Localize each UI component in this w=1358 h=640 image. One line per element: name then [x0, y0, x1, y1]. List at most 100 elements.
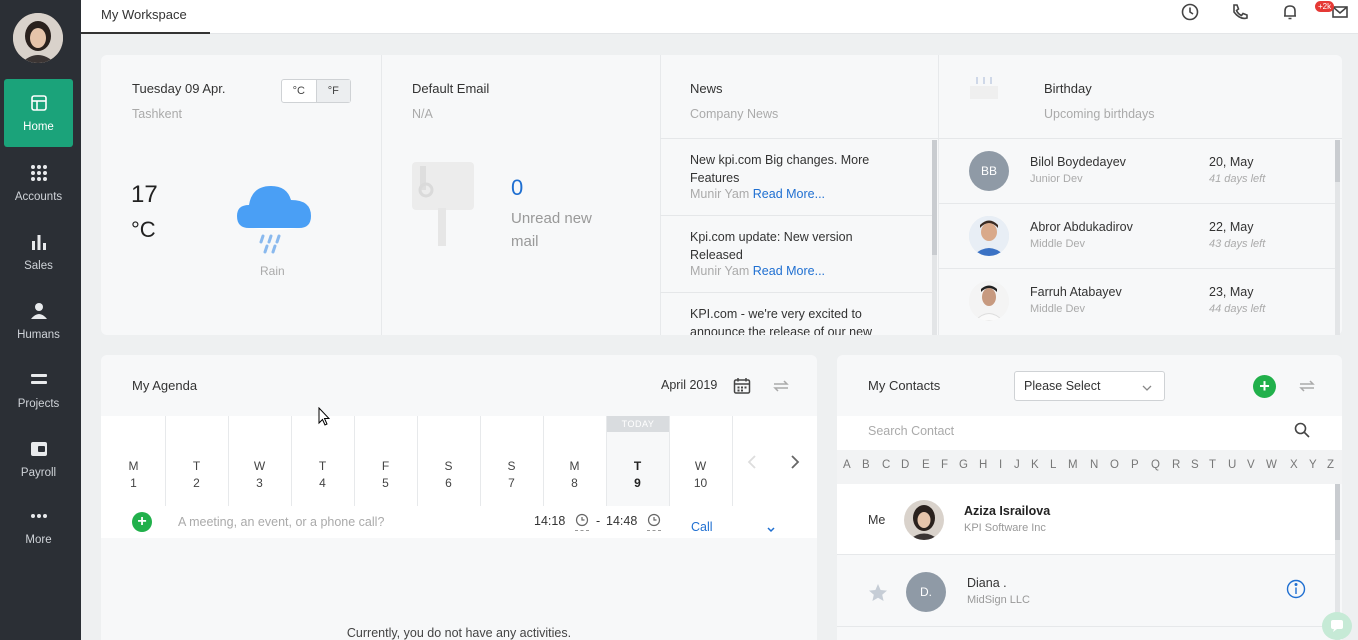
day-number: 3: [256, 476, 263, 490]
temperature-unit-toggle[interactable]: °C °F: [281, 79, 351, 103]
letter-filter[interactable]: N: [1090, 459, 1098, 471]
news-item-title[interactable]: New kpi.com Big changes. More Features: [690, 151, 905, 187]
sidebar: Home Accounts Sales Humans Projects Payr…: [0, 0, 81, 640]
nav-sales-label: Sales: [24, 260, 53, 272]
letter-filter[interactable]: U: [1228, 459, 1236, 471]
time-from[interactable]: 14:18: [534, 514, 565, 528]
day-cell[interactable]: W 10: [669, 458, 732, 492]
day-letter: T: [633, 459, 642, 473]
nav-payroll[interactable]: Payroll: [4, 425, 73, 493]
news-item-author: Munir Yam: [690, 187, 750, 201]
add-contact-button[interactable]: +: [1253, 375, 1276, 398]
search-icon[interactable]: [1294, 422, 1310, 438]
day-cell[interactable]: T4: [291, 458, 354, 492]
day-number: 1: [130, 476, 137, 490]
day-cell[interactable]: M1: [102, 458, 165, 492]
refresh-icon[interactable]: [772, 377, 790, 395]
day-cell[interactable]: F5: [354, 458, 417, 492]
nav-home[interactable]: Home: [4, 79, 73, 147]
birthday-scrollbar[interactable]: [1335, 140, 1340, 335]
letter-filter[interactable]: Q: [1151, 459, 1160, 471]
nav-projects[interactable]: Projects: [4, 356, 73, 424]
day-cell[interactable]: S6: [417, 458, 480, 492]
chevron-right-icon[interactable]: [788, 454, 802, 470]
news-scrollbar[interactable]: [932, 140, 937, 335]
chat-icon[interactable]: [1322, 612, 1352, 640]
letter-filter[interactable]: Z: [1327, 459, 1334, 471]
time-from-underline: [575, 530, 589, 531]
read-more-link[interactable]: Read More...: [753, 264, 825, 278]
letter-filter[interactable]: Y: [1309, 459, 1317, 471]
chevron-left-icon[interactable]: [745, 454, 759, 470]
letter-filter[interactable]: J: [1014, 459, 1020, 471]
birthday-row[interactable]: Farruh Atabayev Middle Dev 23, May 44 da…: [939, 269, 1335, 334]
nav-more[interactable]: More: [4, 492, 73, 560]
nav-sales[interactable]: Sales: [4, 218, 73, 286]
day-letter: T: [192, 459, 201, 473]
activity-input[interactable]: A meeting, an event, or a phone call?: [178, 515, 384, 529]
letter-filter[interactable]: P: [1131, 459, 1139, 471]
read-more-link[interactable]: Read More...: [753, 187, 825, 201]
day-cell[interactable]: M8: [543, 458, 606, 492]
letter-filter[interactable]: L: [1050, 459, 1056, 471]
letter-filter[interactable]: B: [862, 459, 870, 471]
bar-chart-icon: [29, 232, 49, 252]
time-to[interactable]: 14:48: [606, 514, 637, 528]
letter-filter[interactable]: D: [901, 459, 909, 471]
unit-celsius-button[interactable]: °C: [282, 80, 316, 102]
day-letter: W: [694, 459, 707, 473]
letter-filter[interactable]: R: [1172, 459, 1180, 471]
letter-filter[interactable]: C: [882, 459, 890, 471]
letter-filter[interactable]: T: [1209, 459, 1216, 471]
day-cell[interactable]: W3: [228, 458, 291, 492]
letter-filter[interactable]: K: [1031, 459, 1039, 471]
calendar-icon[interactable]: [733, 377, 751, 395]
bell-icon[interactable]: [1281, 3, 1301, 23]
letter-filter[interactable]: G: [959, 459, 968, 471]
letter-filter[interactable]: F: [941, 459, 948, 471]
letter-filter[interactable]: H: [979, 459, 987, 471]
letter-filter[interactable]: S: [1191, 459, 1199, 471]
contact-search-input[interactable]: Search Contact: [868, 424, 954, 438]
chevron-down-icon[interactable]: [1141, 381, 1153, 391]
weather-temperature: 17: [131, 181, 158, 208]
weather-city: Tashkent: [132, 107, 183, 121]
activity-type-select[interactable]: Call: [691, 520, 713, 534]
add-activity-button[interactable]: +: [132, 512, 152, 532]
letter-filter[interactable]: A: [843, 459, 851, 471]
clock-icon[interactable]: [1181, 3, 1201, 23]
letter-filter[interactable]: W: [1266, 459, 1277, 471]
home-icon: [29, 93, 49, 113]
phone-icon[interactable]: [1231, 3, 1251, 23]
unread-mail-count[interactable]: 0: [511, 175, 523, 201]
info-icon[interactable]: [1286, 579, 1306, 599]
letter-filter[interactable]: E: [922, 459, 930, 471]
grid-icon: [29, 163, 49, 183]
nav-accounts[interactable]: Accounts: [4, 149, 73, 217]
avatar: [969, 281, 1009, 321]
user-avatar[interactable]: [13, 13, 63, 63]
day-cell-today[interactable]: T9: [606, 458, 669, 492]
clock-icon[interactable]: [647, 513, 661, 527]
letter-filter[interactable]: I: [999, 459, 1002, 471]
letter-filter[interactable]: M: [1068, 459, 1078, 471]
contact-group-value: Please Select: [1024, 379, 1101, 393]
star-icon[interactable]: [867, 582, 889, 604]
nav-humans[interactable]: Humans: [4, 287, 73, 355]
chevron-down-icon[interactable]: [766, 522, 776, 533]
clock-icon[interactable]: [575, 513, 589, 527]
unit-fahrenheit-button[interactable]: °F: [315, 80, 350, 102]
letter-filter[interactable]: X: [1290, 459, 1298, 471]
day-number: 2: [193, 476, 200, 490]
birthday-row[interactable]: BB Bilol Boydedayev Junior Dev 20, May 4…: [939, 139, 1335, 204]
news-item-title[interactable]: Kpi.com update: New version Released: [690, 228, 905, 264]
birthday-name: Bilol Boydedayev: [1030, 155, 1126, 169]
day-cell[interactable]: T2: [165, 458, 228, 492]
news-item-title[interactable]: KPI.com - we're very excited to announce…: [690, 305, 905, 335]
birthday-row[interactable]: Abror Abdukadirov Middle Dev 22, May 43 …: [939, 204, 1335, 269]
day-cell[interactable]: S7: [480, 458, 543, 492]
refresh-icon[interactable]: [1298, 377, 1316, 395]
letter-filter[interactable]: O: [1110, 459, 1119, 471]
tab-my-workspace[interactable]: My Workspace: [81, 0, 210, 34]
letter-filter[interactable]: V: [1247, 459, 1255, 471]
